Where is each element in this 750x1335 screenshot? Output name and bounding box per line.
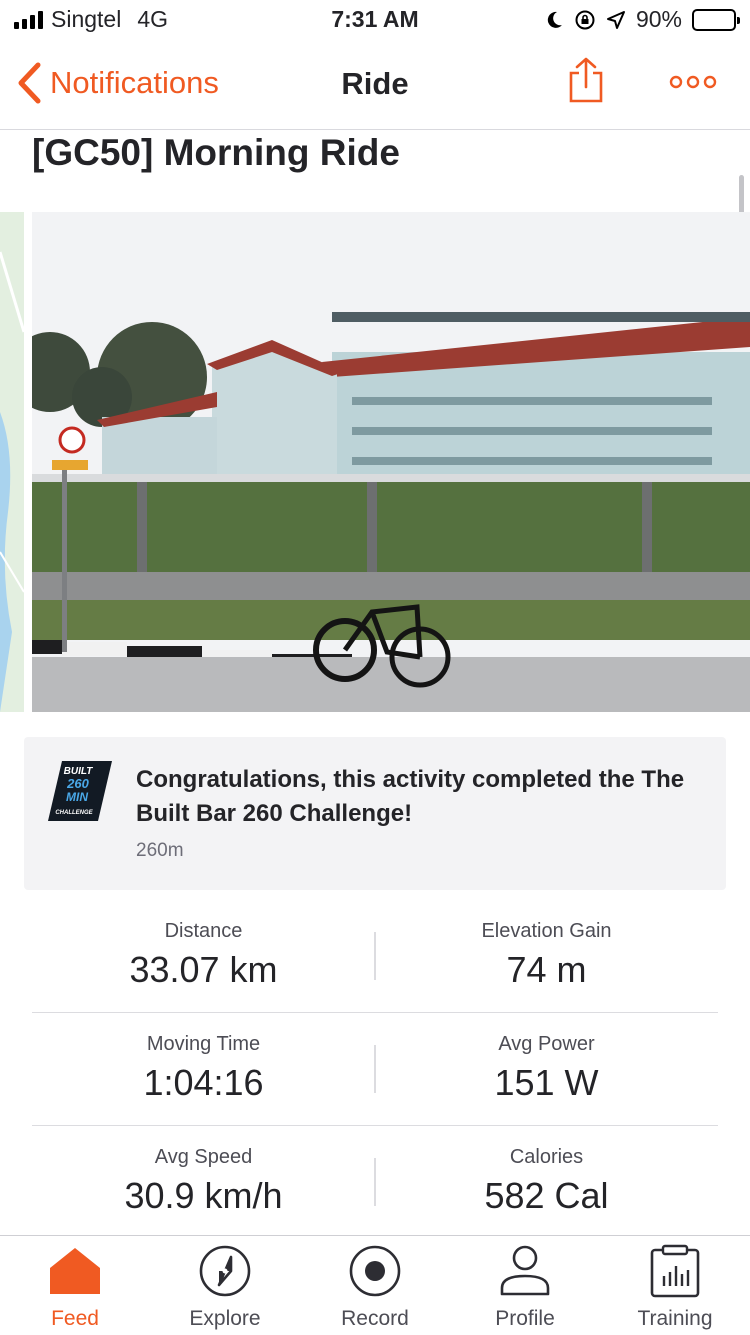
stat-label: Moving Time: [146, 1033, 261, 1055]
stat-value: 1:04:16: [143, 1062, 264, 1103]
tab-label: Profile: [495, 1307, 555, 1330]
share-button[interactable]: [566, 56, 606, 104]
stat-label: Elevation Gain: [481, 920, 612, 942]
tab-label: Feed: [51, 1307, 99, 1330]
stats-row: Distance 33.07 km Elevation Gain 74 m: [32, 900, 718, 1013]
badge-text-unit: MIN: [66, 790, 88, 804]
badge-text-number: 260: [66, 776, 89, 791]
stats-grid: Distance 33.07 km Elevation Gain 74 m Mo…: [32, 900, 718, 1239]
more-options-button[interactable]: [668, 70, 718, 94]
stat-label: Distance: [164, 920, 243, 942]
share-icon: [569, 57, 603, 103]
home-icon: [50, 1248, 100, 1294]
activity-photo[interactable]: [32, 212, 750, 712]
record-icon: [349, 1245, 401, 1297]
tab-bar: Feed Explore Record Profile Training: [0, 1235, 750, 1334]
navigation-bar: Notifications Ride: [0, 40, 750, 130]
location-icon: [606, 10, 625, 29]
stats-row: Avg Speed 30.9 km/h Calories 582 Cal: [32, 1126, 718, 1239]
tab-profile[interactable]: Profile: [450, 1236, 600, 1335]
tab-training[interactable]: Training: [600, 1236, 750, 1335]
stat-avg-power: Avg Power 151 W: [375, 1013, 718, 1104]
stat-calories: Calories 582 Cal: [375, 1126, 718, 1217]
stat-label: Avg Speed: [154, 1146, 253, 1168]
stat-elevation-gain: Elevation Gain 74 m: [375, 900, 718, 991]
tab-label: Training: [637, 1307, 713, 1330]
tab-feed[interactable]: Feed: [0, 1236, 150, 1335]
battery-icon: [692, 8, 740, 31]
badge-text-challenge: CHALLENGE: [55, 810, 93, 816]
person-icon: [500, 1245, 550, 1296]
status-bar: Singtel 4G 7:31 AM 90%: [0, 0, 750, 40]
tab-label: Record: [341, 1307, 409, 1330]
stat-value: 74 m: [506, 949, 587, 990]
tab-record[interactable]: Record: [300, 1236, 450, 1335]
tab-label: Explore: [189, 1307, 261, 1330]
battery-percent: 90%: [635, 6, 682, 32]
page-title: Ride: [341, 66, 409, 101]
stat-avg-speed: Avg Speed 30.9 km/h: [32, 1126, 375, 1217]
stat-label: Calories: [509, 1146, 584, 1168]
challenge-title: Congratulations, this activity completed…: [136, 766, 685, 827]
tab-explore[interactable]: Explore: [150, 1236, 300, 1335]
stat-distance: Distance 33.07 km: [32, 900, 375, 991]
compass-icon: [199, 1245, 251, 1297]
activity-title: [GC50] Morning Ride: [32, 132, 400, 173]
stat-value: 33.07 km: [129, 949, 278, 990]
stat-value: 30.9 km/h: [124, 1175, 283, 1216]
challenge-subtitle: 260m: [136, 840, 184, 861]
stats-row: Moving Time 1:04:16 Avg Power 151 W: [32, 1013, 718, 1126]
calendar-chart-icon: [650, 1244, 700, 1298]
rotation-lock-icon: [575, 10, 595, 29]
stat-value: 151 W: [494, 1062, 599, 1103]
stat-value: 582 Cal: [484, 1175, 609, 1216]
moon-icon: [547, 11, 562, 28]
more-dots-icon: [669, 75, 717, 89]
stat-moving-time: Moving Time 1:04:16: [32, 1013, 375, 1104]
challenge-card[interactable]: BUILT 260 MIN CHALLENGE Congratulations,…: [24, 737, 726, 890]
stat-label: Avg Power: [498, 1033, 595, 1055]
challenge-badge-icon: BUILT 260 MIN CHALLENGE: [48, 761, 112, 821]
route-map-thumbnail[interactable]: [0, 212, 24, 712]
